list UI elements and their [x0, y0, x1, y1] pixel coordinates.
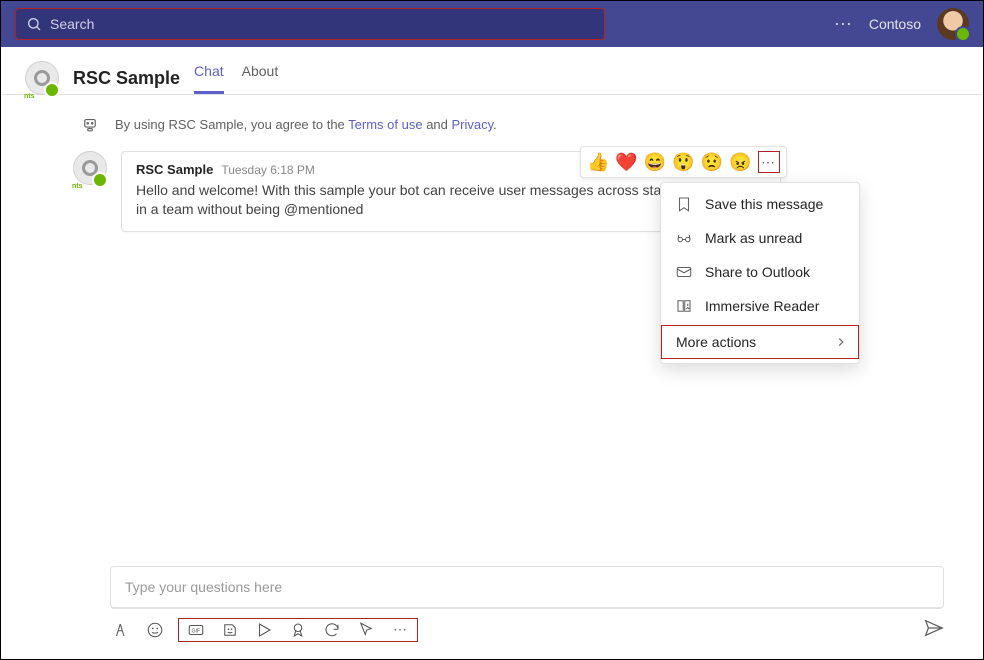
ctx-more-actions[interactable]: More actions: [661, 325, 859, 359]
reaction-laugh[interactable]: 😄: [644, 152, 666, 173]
sticker-icon: [221, 621, 239, 639]
reaction-tray: 👍 ❤️ 😄 😲 😟 😠 ⋯: [580, 146, 787, 178]
emoji-button[interactable]: [144, 619, 166, 641]
terms-link[interactable]: Terms of use: [348, 117, 422, 132]
reaction-more-button[interactable]: ⋯: [758, 151, 780, 173]
bookmark-icon: [675, 195, 693, 213]
praise-button[interactable]: [287, 619, 309, 641]
chat-title: RSC Sample: [73, 68, 180, 89]
bot-avatar: nts: [25, 61, 59, 95]
stream-button[interactable]: [253, 619, 275, 641]
badge-icon: [289, 621, 307, 639]
chevron-right-icon: [834, 335, 848, 349]
ctx-save-message[interactable]: Save this message: [661, 187, 859, 221]
mail-icon: [675, 263, 693, 281]
notice-text: By using RSC Sample, you agree to the Te…: [115, 117, 497, 132]
extensions-group: GIF ⋯: [178, 618, 418, 642]
titlebar-more-button[interactable]: ⋯: [834, 14, 853, 35]
emoji-icon: [146, 621, 164, 639]
compose-toolbar: GIF ⋯: [110, 609, 944, 642]
message-author: RSC Sample: [136, 162, 213, 177]
reader-icon: [675, 297, 693, 315]
gif-button[interactable]: GIF: [185, 619, 207, 641]
compose-area: GIF ⋯: [110, 566, 944, 642]
send-icon: [922, 617, 944, 639]
ctx-share-outlook[interactable]: Share to Outlook: [661, 255, 859, 289]
viva-button[interactable]: [355, 619, 377, 641]
reaction-like[interactable]: 👍: [587, 152, 609, 173]
titlebar: ⋯ Contoso: [1, 1, 983, 47]
user-avatar[interactable]: [937, 8, 969, 40]
search-box[interactable]: [15, 8, 605, 40]
search-icon: [26, 16, 42, 32]
cursor-icon: [357, 621, 375, 639]
reaction-sad[interactable]: 😟: [701, 152, 723, 173]
svg-text:GIF: GIF: [192, 628, 201, 634]
approvals-button[interactable]: [321, 619, 343, 641]
send-button[interactable]: [922, 617, 944, 642]
ctx-immersive-reader[interactable]: Immersive Reader: [661, 289, 859, 323]
reaction-heart[interactable]: ❤️: [615, 152, 637, 173]
gif-icon: GIF: [187, 621, 205, 639]
format-button[interactable]: [110, 619, 132, 641]
compose-more-button[interactable]: ⋯: [389, 619, 411, 641]
loop-icon: [323, 621, 341, 639]
compose-input[interactable]: [110, 566, 944, 609]
message-bot-avatar: nts: [73, 151, 107, 185]
search-input[interactable]: [50, 16, 594, 32]
format-icon: [112, 621, 130, 639]
ctx-mark-unread[interactable]: Mark as unread: [661, 221, 859, 255]
consent-notice: By using RSC Sample, you agree to the Te…: [1, 95, 983, 133]
message-context-menu: Save this message Mark as unread Share t…: [660, 182, 860, 364]
glasses-icon: [675, 229, 693, 247]
tab-chat[interactable]: Chat: [194, 63, 224, 94]
reaction-angry[interactable]: 😠: [729, 152, 751, 173]
sticker-button[interactable]: [219, 619, 241, 641]
bot-icon: [81, 115, 99, 133]
message-time: Tuesday 6:18 PM: [221, 163, 315, 177]
play-icon: [255, 621, 273, 639]
org-name: Contoso: [869, 16, 921, 32]
chat-header: nts RSC Sample Chat About: [1, 47, 983, 95]
tab-about[interactable]: About: [242, 63, 279, 94]
reaction-surprised[interactable]: 😲: [672, 152, 694, 173]
privacy-link[interactable]: Privacy: [452, 117, 494, 132]
